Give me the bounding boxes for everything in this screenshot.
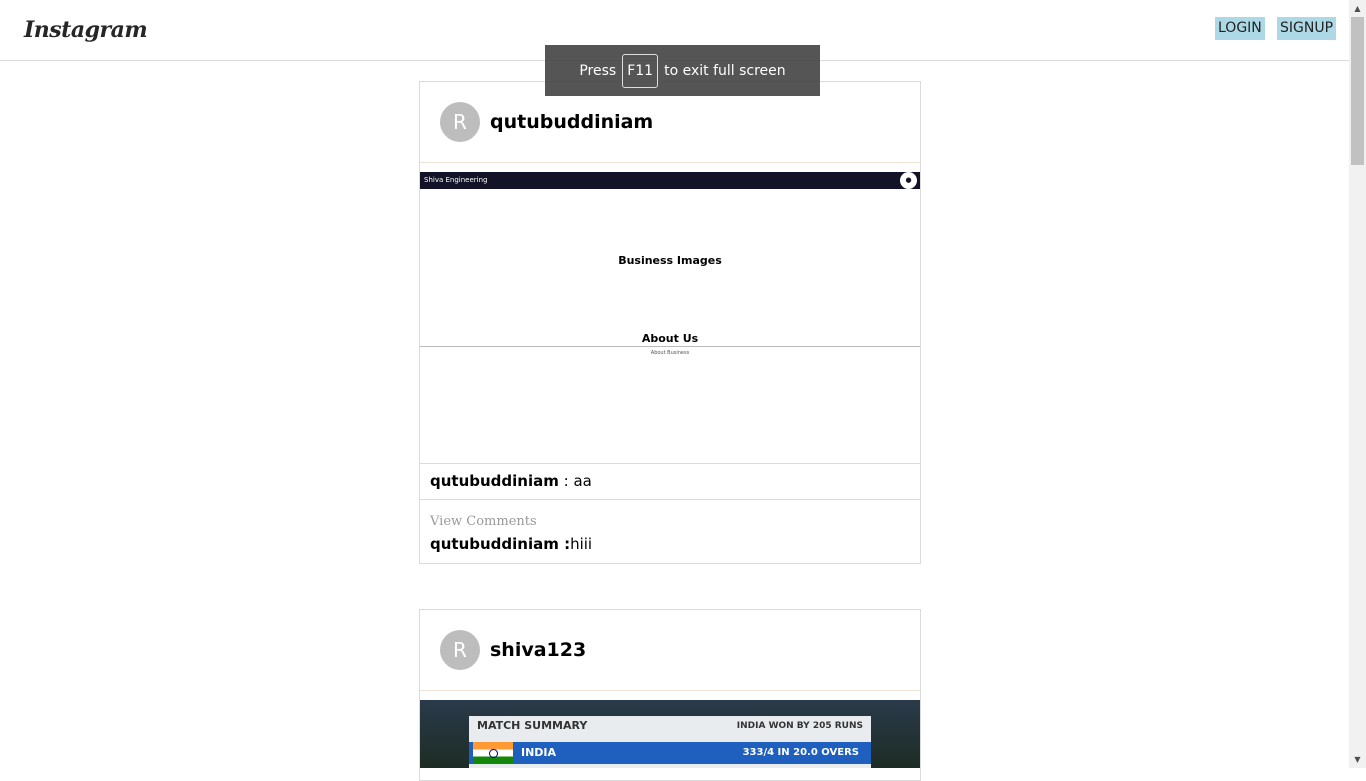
instagram-logo[interactable]: Instagram <box>24 12 148 48</box>
india-flag-icon <box>473 742 513 764</box>
post-username[interactable]: qutubuddiniam <box>490 110 653 134</box>
scroll-thumb[interactable] <box>1351 17 1364 165</box>
login-button[interactable]: LOGIN <box>1215 17 1265 40</box>
image-hero-text: Business Images <box>618 254 722 267</box>
toast-press-text: Press <box>579 62 617 79</box>
image-about-heading: About Us <box>641 332 699 345</box>
match-result: INDIA WON BY 205 RUNS <box>736 721 863 731</box>
comment-text: hiii <box>570 535 593 553</box>
post-image[interactable]: Shiva Engineering ● Business Images Abou… <box>420 172 920 464</box>
image-about-sub: About Business <box>650 350 690 356</box>
post-card: R shiva123 MATCH SUMMARY INDIA WON BY 20… <box>419 609 921 781</box>
comment-item: qutubuddiniam :hiii <box>430 534 592 554</box>
scroll-up-icon[interactable]: ▲ <box>1349 0 1366 17</box>
avatar[interactable]: R <box>440 630 480 670</box>
caption-username[interactable]: qutubuddiniam <box>430 472 559 490</box>
post-caption: qutubuddiniam : aa <box>430 471 592 491</box>
caption-row: qutubuddiniam : aa <box>420 463 920 500</box>
menu-dot-icon: ● <box>900 172 917 189</box>
team-score-row: INDIA 333/4 IN 20.0 OVERS <box>469 742 871 764</box>
match-summary-panel: MATCH SUMMARY INDIA WON BY 205 RUNS INDI… <box>469 716 871 768</box>
vertical-scrollbar[interactable]: ▲ ▼ <box>1349 0 1366 768</box>
post-header: R shiva123 <box>420 610 920 691</box>
fullscreen-exit-toast: Press F11 to exit full screen <box>545 45 820 96</box>
f11-key: F11 <box>622 53 659 88</box>
post-image[interactable]: MATCH SUMMARY INDIA WON BY 205 RUNS INDI… <box>420 700 920 768</box>
view-comments-link[interactable]: View Comments <box>430 514 537 529</box>
match-summary-title: MATCH SUMMARY <box>477 719 588 732</box>
avatar[interactable]: R <box>440 102 480 142</box>
toast-rest-text: to exit full screen <box>664 62 786 79</box>
comment-username[interactable]: qutubuddiniam : <box>430 535 570 553</box>
signup-button[interactable]: SIGNUP <box>1277 17 1337 40</box>
scroll-down-icon[interactable]: ▼ <box>1349 751 1366 768</box>
image-divider <box>420 346 920 347</box>
comments-section: View Comments qutubuddiniam :hiii <box>420 500 920 563</box>
image-navbar: Shiva Engineering ● <box>420 172 920 189</box>
team-score: 333/4 IN 20.0 OVERS <box>742 747 859 758</box>
image-brand-text: Shiva Engineering <box>424 176 488 184</box>
post-card: R qutubuddiniam Shiva Engineering ● Busi… <box>419 81 921 564</box>
team-name: INDIA <box>521 746 557 759</box>
caption-text: : aa <box>558 472 592 490</box>
post-username[interactable]: shiva123 <box>490 638 586 662</box>
